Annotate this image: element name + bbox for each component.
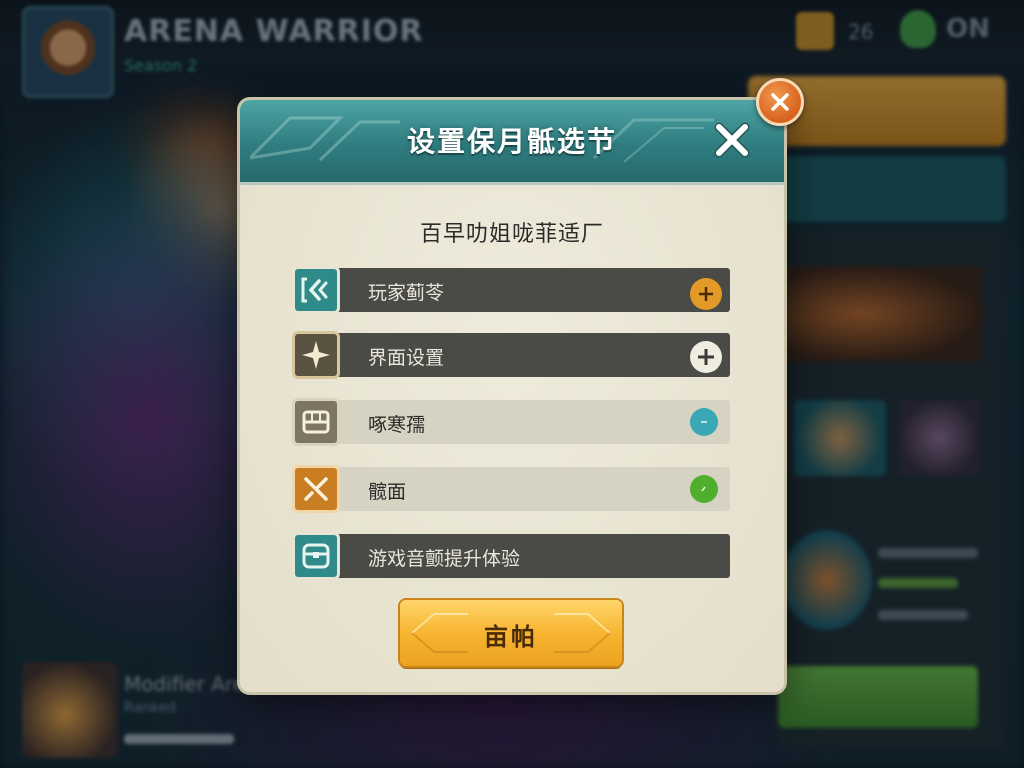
settings-dialog: 设置保月骶选节 百早叻姐咙菲适厂 玩家蓟苓 界面设置 啄寒孺 髋面 游戏音颤提升… [240,100,784,692]
option-row[interactable]: 啄寒孺 [292,398,730,446]
option-row[interactable]: 髋面 [292,465,730,513]
sparkle-icon [292,331,340,379]
option-row[interactable]: 游戏音颤提升体验 [292,532,730,580]
option-label: 游戏音颤提升体验 [368,548,521,570]
back-arrow-icon [292,266,340,314]
corner-close-button[interactable] [756,78,804,126]
plus-button[interactable] [690,278,722,310]
toggle-dot[interactable] [690,408,718,436]
option-row[interactable]: 玩家蓟苓 [292,266,730,314]
chest-icon [292,398,340,446]
plus-icon [699,287,713,301]
crossed-swords-icon [292,465,340,513]
dot-icon [701,486,706,492]
dialog-body: 设置保月骶选节 百早叻姐咙菲适厂 玩家蓟苓 界面设置 啄寒孺 髋面 游戏音颤提升… [240,100,784,692]
option-label: 髋面 [368,481,407,503]
treasure-box-icon [292,532,340,580]
close-icon[interactable] [710,118,754,162]
plus-button[interactable] [690,341,722,373]
option-row[interactable]: 界面设置 [292,331,730,379]
close-icon [771,93,789,111]
dot-icon [701,421,707,423]
option-label: 界面设置 [368,347,445,369]
confirm-button[interactable]: 亩帕 [400,600,622,666]
toggle-dot[interactable] [690,475,718,503]
dialog-subtitle: 百早叻姐咙菲适厂 [419,222,604,247]
dialog-title: 设置保月骶选节 [406,125,617,158]
dialog-header: 设置保月骶选节 [240,100,784,185]
confirm-label: 亩帕 [484,623,538,651]
option-label: 啄寒孺 [368,414,426,436]
plus-icon [698,349,714,365]
option-label: 玩家蓟苓 [368,282,445,304]
